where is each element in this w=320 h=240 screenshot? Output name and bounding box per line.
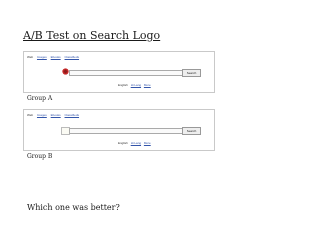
nav-link-classifieds[interactable]: Classifieds bbox=[65, 55, 80, 59]
nav-link-images[interactable]: Images bbox=[37, 113, 47, 117]
nav-links: Web Images Ebooks Classifieds bbox=[27, 113, 82, 117]
red-logo-icon bbox=[62, 68, 69, 75]
footer-language: English bbox=[118, 83, 128, 87]
nav-link-classifieds[interactable]: Classifieds bbox=[65, 113, 80, 117]
footer-link-lang[interactable]: Hi Lang bbox=[131, 83, 141, 87]
nav-link-ebooks[interactable]: Ebooks bbox=[51, 113, 61, 117]
search-button[interactable]: Search bbox=[182, 127, 201, 135]
nav-link-web[interactable]: Web bbox=[27, 113, 33, 117]
search-button[interactable]: Search bbox=[182, 69, 201, 77]
group-a-screenshot: Web Images Ebooks Classifieds Search Eng… bbox=[23, 51, 215, 93]
nav-link-web[interactable]: Web bbox=[27, 55, 33, 59]
search-input[interactable] bbox=[69, 128, 183, 134]
group-b-screenshot: Web Images Ebooks Classifieds Search Eng… bbox=[23, 109, 215, 151]
footer-language: English bbox=[118, 141, 128, 145]
footer-link-more[interactable]: More bbox=[144, 141, 151, 145]
nav-link-images[interactable]: Images bbox=[37, 55, 47, 59]
footer-links: English Hi Lang More bbox=[118, 141, 153, 145]
slide-title: A/B Test on Search Logo bbox=[23, 29, 161, 42]
search-input[interactable] bbox=[69, 70, 183, 76]
nav-link-ebooks[interactable]: Ebooks bbox=[51, 55, 61, 59]
footer-links: English Hi Lang More bbox=[118, 83, 153, 87]
question-text: Which one was better? bbox=[27, 203, 120, 212]
group-a-label: Group A bbox=[27, 95, 53, 102]
nav-links: Web Images Ebooks Classifieds bbox=[27, 55, 82, 59]
group-b-label: Group B bbox=[27, 153, 53, 160]
footer-link-more[interactable]: More bbox=[144, 83, 151, 87]
footer-link-lang[interactable]: Hi Lang bbox=[131, 141, 141, 145]
